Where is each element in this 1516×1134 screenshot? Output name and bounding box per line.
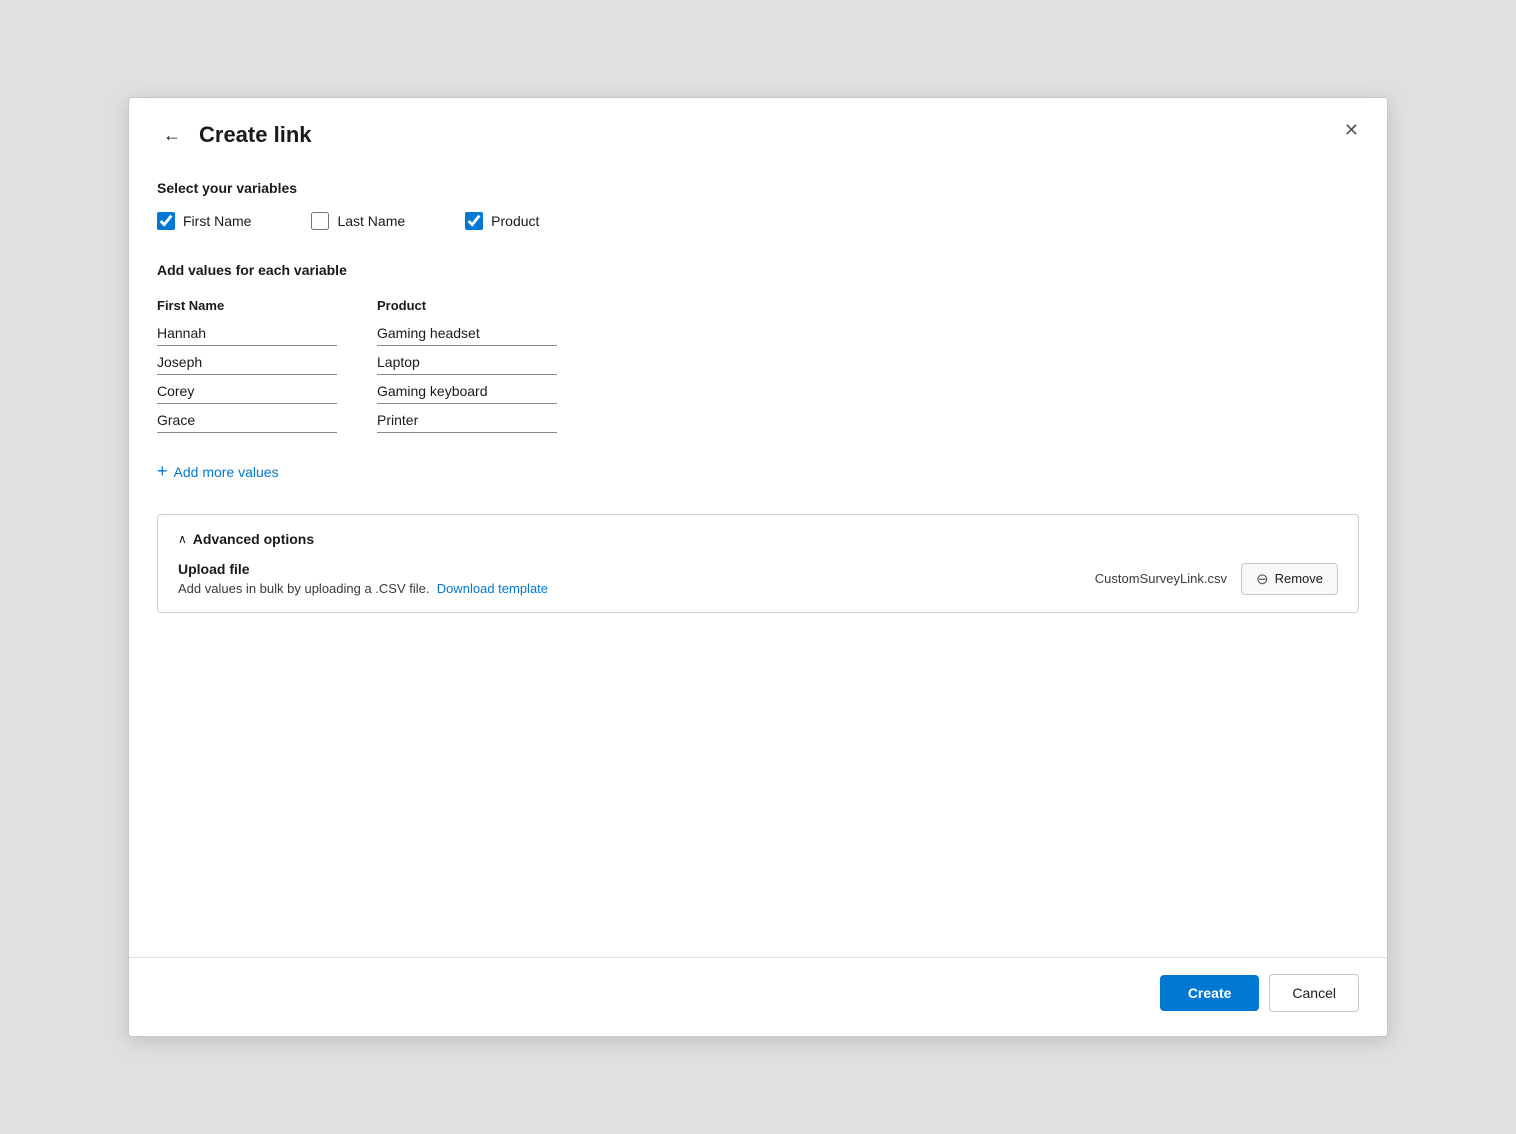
- back-button[interactable]: ←: [157, 123, 187, 148]
- table-row: [157, 408, 1359, 433]
- dialog-footer: Create Cancel: [129, 957, 1387, 1036]
- advanced-toggle-button[interactable]: ∧ Advanced options: [178, 531, 314, 547]
- checkbox-last-name: Last Name: [311, 212, 405, 230]
- product-input-4[interactable]: [377, 408, 557, 433]
- file-name: CustomSurveyLink.csv: [1095, 571, 1227, 586]
- upload-description: Add values in bulk by uploading a .CSV f…: [178, 581, 548, 596]
- col-header-first-name: First Name: [157, 298, 337, 313]
- product-input-3[interactable]: [377, 379, 557, 404]
- upload-row: Upload file Add values in bulk by upload…: [178, 561, 1338, 596]
- advanced-options-section: ∧ Advanced options Upload file Add value…: [157, 514, 1359, 613]
- variables-section-label: Select your variables: [157, 180, 1359, 196]
- upload-right: CustomSurveyLink.csv ⊖ Remove: [1095, 563, 1338, 595]
- advanced-options-header: ∧ Advanced options: [178, 531, 1338, 547]
- values-header-row: First Name Product: [157, 298, 1359, 313]
- table-row: [157, 321, 1359, 346]
- values-table: First Name Product: [157, 298, 1359, 437]
- first-name-input-2[interactable]: [157, 350, 337, 375]
- last-name-label: Last Name: [337, 213, 405, 229]
- plus-icon: +: [157, 461, 168, 482]
- first-name-input-3[interactable]: [157, 379, 337, 404]
- add-more-button[interactable]: + Add more values: [157, 457, 279, 486]
- checkbox-first-name: First Name: [157, 212, 251, 230]
- last-name-checkbox[interactable]: [311, 212, 329, 230]
- create-link-dialog: ← Create link ✕ Select your variables Fi…: [128, 97, 1388, 1037]
- download-template-link[interactable]: Download template: [437, 581, 548, 596]
- dialog-body: Select your variables First Name Last Na…: [129, 160, 1387, 957]
- table-row: [157, 379, 1359, 404]
- values-section-label: Add values for each variable: [157, 262, 1359, 278]
- upload-info: Upload file Add values in bulk by upload…: [178, 561, 548, 596]
- remove-button[interactable]: ⊖ Remove: [1241, 563, 1338, 595]
- dialog-header: ← Create link ✕: [129, 98, 1387, 160]
- advanced-options-title: Advanced options: [193, 531, 314, 547]
- first-name-checkbox[interactable]: [157, 212, 175, 230]
- first-name-label: First Name: [183, 213, 251, 229]
- product-input-2[interactable]: [377, 350, 557, 375]
- create-button[interactable]: Create: [1160, 975, 1260, 1011]
- product-input-1[interactable]: [377, 321, 557, 346]
- add-more-label: Add more values: [174, 464, 279, 480]
- product-label: Product: [491, 213, 539, 229]
- table-row: [157, 350, 1359, 375]
- col-header-product: Product: [377, 298, 557, 313]
- first-name-input-1[interactable]: [157, 321, 337, 346]
- chevron-up-icon: ∧: [178, 532, 187, 546]
- product-checkbox[interactable]: [465, 212, 483, 230]
- variables-row: First Name Last Name Product: [157, 212, 1359, 230]
- remove-icon: ⊖: [1256, 570, 1269, 588]
- upload-desc-text: Add values in bulk by uploading a .CSV f…: [178, 581, 430, 596]
- close-button[interactable]: ✕: [1336, 116, 1367, 145]
- upload-title: Upload file: [178, 561, 548, 577]
- cancel-button[interactable]: Cancel: [1269, 974, 1359, 1012]
- remove-label: Remove: [1275, 571, 1323, 586]
- checkbox-product: Product: [465, 212, 539, 230]
- first-name-input-4[interactable]: [157, 408, 337, 433]
- dialog-title: Create link: [199, 122, 312, 148]
